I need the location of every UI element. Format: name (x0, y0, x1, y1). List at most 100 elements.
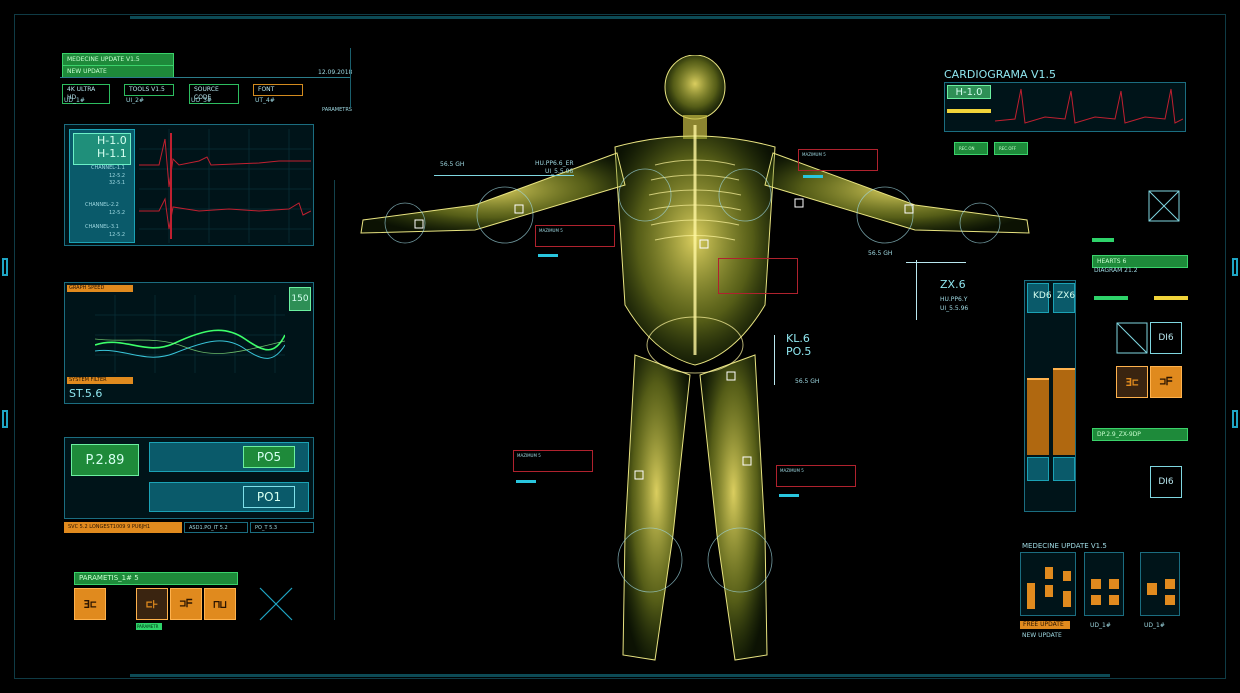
right-edge-marker (1232, 258, 1238, 276)
di6-box-2[interactable]: DI6 (1150, 466, 1182, 498)
body-label-ui: UI_5.5.96 (545, 168, 574, 175)
param-icon-2[interactable]: ⊏⊦ (136, 588, 168, 620)
channel-1-val: 32-5.1 (109, 180, 126, 186)
right-gh-label: 56.5 GH (868, 250, 893, 257)
po-panel: P.2.89 PO5 PO1 (64, 437, 314, 519)
graph-speed-label: GRAPH SPEED (69, 285, 105, 291)
tag-tools-value: UI_2# (126, 97, 145, 104)
callout-box-5: MAZIMUM 5 (776, 465, 856, 487)
po1-button[interactable]: PO1 (243, 486, 295, 508)
diag-box-icon[interactable] (1116, 322, 1148, 354)
kl-sub: 56.5 GH (795, 378, 820, 385)
kd-label: KD6 (1033, 291, 1052, 301)
rec-on-tag[interactable]: REC.ON (954, 142, 988, 155)
body-label-hu: HU.PP6.6_ER (535, 160, 574, 167)
diagram-bar-1 (1094, 296, 1128, 300)
callout-1-bar (803, 175, 823, 178)
zx-label: ZX.6 (940, 278, 966, 291)
tag-4k-value: UD_1# (64, 97, 85, 104)
dp-label: DP.2.9_ZX-9DP (1092, 428, 1188, 441)
param-icon-1[interactable]: Ǝ⊏ (74, 588, 106, 620)
ecg-waveform (139, 129, 311, 243)
cardio-h: H-1.0 (947, 85, 991, 99)
param-title: PARAMETIS_1# 5 (74, 572, 238, 585)
cardio-panel: H-1.0 (944, 82, 1186, 132)
callout-2-bar (538, 254, 558, 257)
callout-4-bar (516, 480, 536, 483)
date-label: 12.09.2018 (318, 69, 353, 76)
po-tab-1[interactable]: SVC 5.2 LONGEST1009 9 PU6JH1 (64, 522, 182, 533)
channel-3-val: 12-5.2 (109, 232, 126, 238)
ecg-panel: H-1.0 H-1.1 CHANNEL-1.1 12-5.2 32-5.1 CH… (64, 124, 314, 246)
ud-label-1: UD_1# (1090, 622, 1111, 629)
callout-box-4: MAZIMUM 5 (513, 450, 593, 472)
channel-2: CHANNEL-2.2 (85, 202, 119, 208)
tag-source-value: UO_3# (191, 97, 212, 104)
po-label: PO.5 (786, 345, 812, 358)
x-box-icon[interactable] (1148, 190, 1180, 222)
right-edge-marker (1232, 410, 1238, 428)
cardio-waveform (995, 88, 1183, 124)
ecg-h2: H-1.1 (97, 147, 127, 160)
callout-5-label: MAZIMUM 5 (780, 468, 804, 473)
hearts-mini-bar (1092, 238, 1114, 242)
ecg-h1: H-1.0 (97, 134, 127, 147)
params-label: PARAMETRS (322, 107, 352, 113)
body-label-gh: 56.5 GH (440, 161, 465, 168)
human-body-scan (360, 55, 1030, 661)
rec-off-tag[interactable]: REC.OFF (994, 142, 1028, 155)
callout-2-label: MAZIMUM 5 (539, 228, 563, 233)
wave-label: ST.5.6 (69, 387, 103, 400)
channel-1-val: 12-5.2 (109, 173, 126, 179)
system-filter-label: SYSTEM FILTER (69, 377, 107, 383)
kl-label: KL.6 (786, 332, 810, 345)
free-update-tag[interactable]: FREE UPDATE (1020, 621, 1070, 629)
po-tab-3[interactable]: PO_T 5.3 (250, 522, 314, 533)
channel-3: CHANNEL-3.1 (85, 224, 119, 230)
callout-box-1: MAZIMUM 5 (798, 149, 878, 171)
po5-button[interactable]: PO5 (243, 446, 295, 468)
callout-4-label: MAZIMUM 5 (517, 453, 541, 458)
callout-box-2: MAZIMUM 5 (535, 225, 615, 247)
po-value: P.2.89 (71, 444, 139, 476)
close-x-icon[interactable] (258, 586, 294, 622)
tag-font[interactable]: FONT (253, 84, 303, 96)
zx-sub-1: HU.PP6.Y (940, 296, 968, 303)
cardio-title: CARDIOGRAMA V1.5 (944, 68, 1056, 81)
tag-font-value: UT_4# (255, 97, 275, 104)
wave-graph (95, 295, 285, 373)
equalizer-1 (1020, 552, 1076, 616)
channel-1: CHANNEL-1.1 (91, 165, 125, 171)
ud-label-2: UD_1# (1144, 622, 1165, 629)
left-edge-marker (2, 410, 8, 428)
equalizer-3 (1140, 552, 1180, 616)
meter-left-fill (1027, 378, 1049, 455)
po-tab-2[interactable]: ASD1.PO_IT 5.2 (184, 522, 248, 533)
bottom-right-title: MEDECINE UPDATE V1.5 (1022, 542, 1107, 550)
param-icon-4[interactable]: ⊓⊔ (204, 588, 236, 620)
frame-bottom-bar (130, 674, 1110, 677)
meter-right-fill (1053, 368, 1075, 455)
equalizer-2 (1084, 552, 1124, 616)
right-icon-1[interactable]: Ǝ⊏ (1116, 366, 1148, 398)
wave-panel: GRAPH SPEED 150 SYSTEM FILTER ST.5.6 (64, 282, 314, 404)
frame-top-bar (130, 16, 1110, 19)
tag-tools[interactable]: TOOLS V1.5 (124, 84, 174, 96)
param-tag: PARAMETR (136, 623, 162, 630)
channel-2-val: 12-5.2 (109, 210, 126, 216)
new-update-label: NEW UPDATE (1022, 632, 1062, 639)
di6-box-1[interactable]: DI6 (1150, 322, 1182, 354)
zx-meter-label: ZX6 (1057, 291, 1076, 301)
param-icon-3[interactable]: ⊐ᖴ (170, 588, 202, 620)
wave-badge: 150 (289, 287, 311, 311)
meter-panel: KD6 ZX6 (1024, 280, 1076, 512)
callout-box-3 (718, 258, 798, 294)
diagram-label: DIAGRAM 21.2 (1094, 267, 1138, 274)
callout-5-bar (779, 494, 799, 497)
callout-1-label: MAZIMUM 5 (802, 152, 826, 157)
cardio-indicator (947, 109, 991, 113)
right-icon-2[interactable]: ⊐ᖴ (1150, 366, 1182, 398)
left-edge-marker (2, 258, 8, 276)
diagram-bar-2 (1154, 296, 1188, 300)
zx-sub-2: UI_5.5.96 (940, 305, 969, 312)
